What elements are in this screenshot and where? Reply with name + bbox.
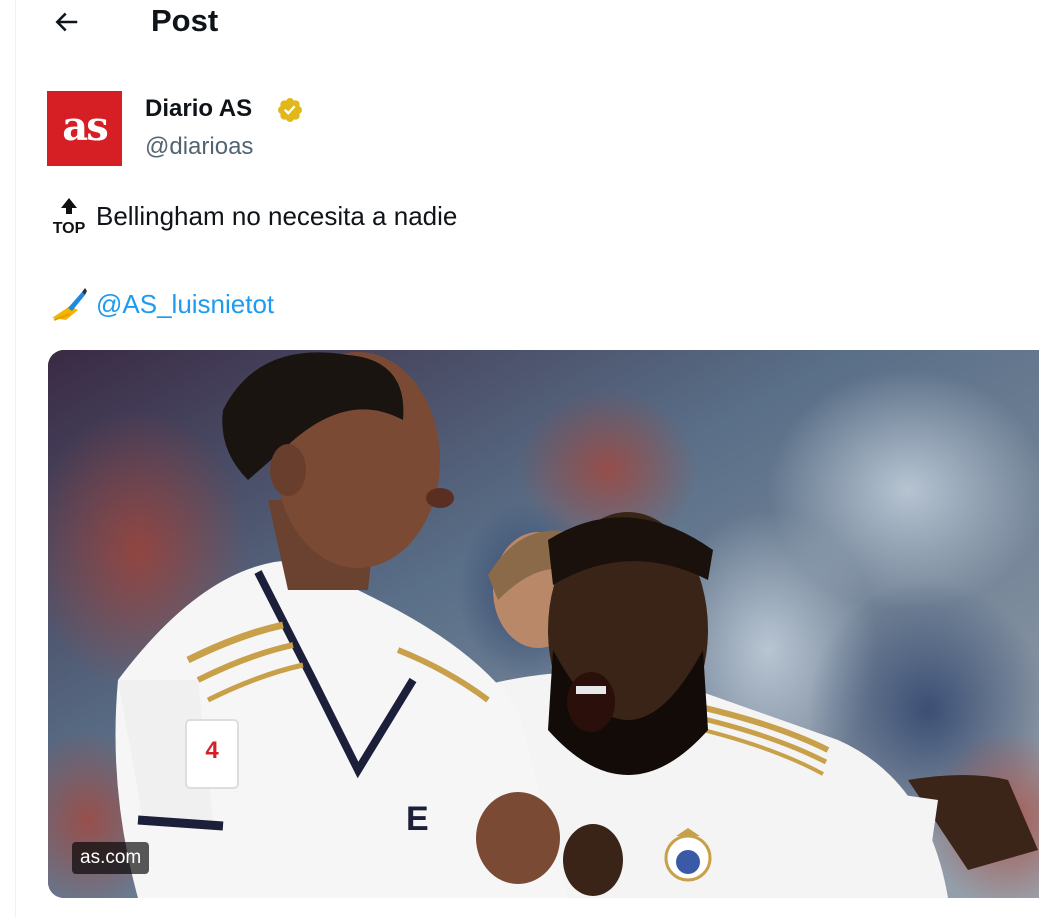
post-text: Bellingham no necesita a nadie (96, 201, 458, 231)
writing-hand-emoji (52, 288, 87, 321)
verified-badge-icon[interactable] (276, 96, 304, 124)
timeline-border (15, 0, 16, 918)
post-text-line-2: @AS_luisnietot (48, 284, 274, 324)
svg-text:4: 4 (205, 737, 219, 764)
svg-text:E: E (406, 800, 429, 838)
arrow-left-icon (55, 12, 78, 32)
top-arrow-emoji: TOP (53, 198, 86, 236)
author-name[interactable]: Diario AS (145, 94, 252, 124)
post-image[interactable]: 4 E (48, 350, 1039, 898)
mention-link[interactable]: @AS_luisnietot (96, 287, 274, 321)
back-button[interactable] (46, 2, 86, 42)
author-handle[interactable]: @diarioas (145, 132, 253, 162)
avatar[interactable]: as (47, 91, 122, 166)
avatar-logo-text: as (62, 102, 108, 150)
post-header: Post (0, 0, 1039, 48)
post-text-line-1: TOP Bellingham no necesita a nadie (48, 196, 457, 236)
photo-players-celebrating: 4 E (48, 350, 1039, 898)
media-source-badge: as.com (72, 842, 150, 874)
svg-text:TOP: TOP (53, 220, 86, 236)
page-title: Post (151, 3, 219, 38)
